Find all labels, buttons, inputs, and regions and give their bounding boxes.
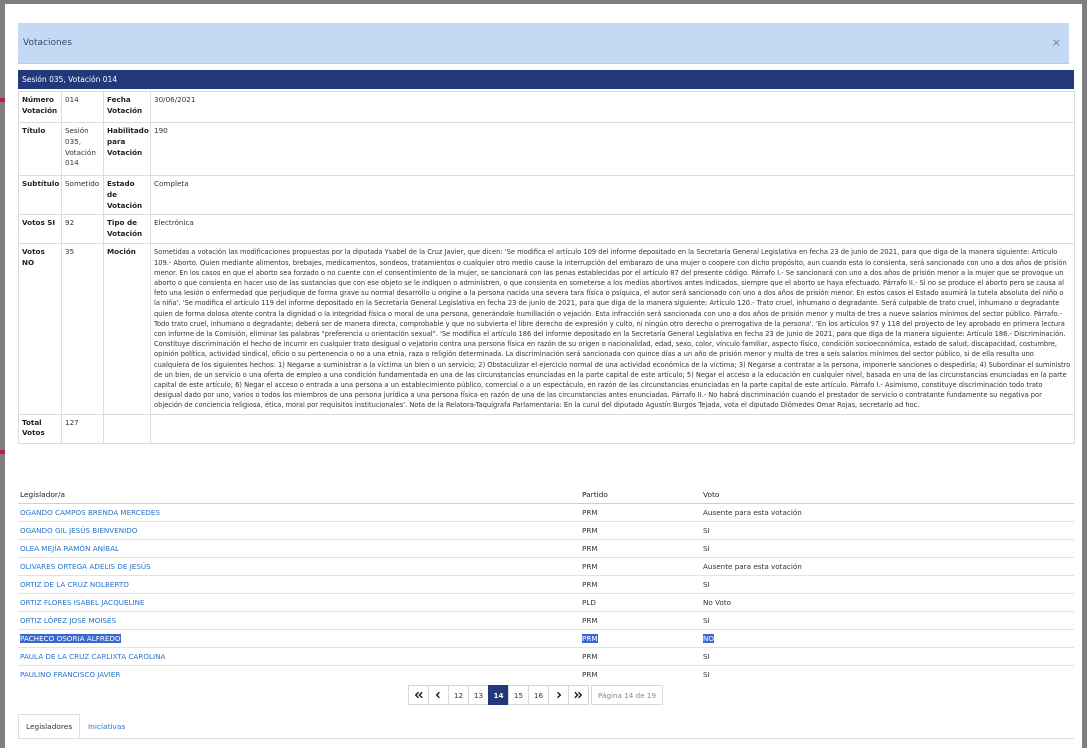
mocion-label: Moción [103, 243, 151, 415]
mocion-value: Sometidas a votación las modificaciones … [150, 243, 1075, 415]
selected-text: PRM [582, 634, 598, 643]
vote-info-table: Número Votación 014 Fecha Votación 30/06… [18, 91, 1075, 444]
legislator-link[interactable]: OGANDO GIL JESÚS BIENVENIDO [20, 526, 137, 535]
page-info: Página 14 de 19 [591, 685, 664, 705]
numero-votacion-label: Número Votación [18, 91, 62, 123]
tab-iniciativas[interactable]: Iniciativas [81, 714, 132, 738]
table-row: PAULA DE LA CRUZ CARLIXTA CAROLINA PRM S… [18, 647, 1074, 666]
habilitado-value: 190 [150, 122, 1075, 176]
chevron-right-icon [557, 691, 562, 699]
voto-cell: SI [701, 611, 1074, 630]
votes-table: Legislador/a Partido Voto OGANDO CAMPOS … [18, 486, 1074, 683]
table-row: ORTIZ DE LA CRUZ NOLBERTO PRM SI [18, 575, 1074, 594]
chevron-left-icon [435, 691, 440, 699]
double-chevron-left-icon [414, 691, 423, 699]
voto-cell: SI [701, 647, 1074, 666]
fecha-votacion-value: 30/06/2021 [150, 91, 1075, 123]
titulo-label: Título [18, 122, 62, 176]
legislator-link[interactable]: ORTIZ FLORES ISABEL JACQUELINE [20, 598, 145, 607]
table-row: PAULINO FRANCISCO JAVIER PRM SI [18, 666, 1074, 684]
voto-cell: SI [701, 575, 1074, 594]
table-row: ORTIZ FLORES ISABEL JACQUELINE PLD No Vo… [18, 593, 1074, 612]
partido-cell: PLD [580, 593, 701, 612]
partido-cell: PRM [580, 647, 701, 666]
double-chevron-right-icon [574, 691, 583, 699]
votos-si-label: Votos SI [18, 214, 62, 245]
legislator-link[interactable]: PAULINO FRANCISCO JAVIER [20, 670, 120, 679]
table-row: OGANDO GIL JESÚS BIENVENIDO PRM SI [18, 521, 1074, 540]
table-row-selected: PACHECO OSORIA ALFREDO PRM NO [18, 629, 1074, 648]
estado-label: Estado de Votación [103, 174, 151, 216]
partido-cell: PRM [580, 629, 701, 648]
legislator-link[interactable]: OGANDO CAMPOS BRENDA MERCEDES [20, 508, 160, 517]
legislator-link[interactable]: ORTIZ LÓPEZ JOSÉ MOISÉS [20, 616, 116, 625]
partido-cell: PRM [580, 557, 701, 576]
session-vote-heading-bar: Sesión 035, Votación 014 [18, 70, 1074, 89]
page-16-button[interactable]: 16 [528, 685, 549, 705]
votaciones-modal: Votaciones × Sesión 035, Votación 014 Nú… [5, 4, 1082, 748]
selected-text: PACHECO OSORIA ALFREDO [20, 634, 121, 643]
last-page-button[interactable] [568, 685, 589, 705]
empty-cell [150, 413, 1075, 444]
voto-column-header[interactable]: Voto [701, 486, 1074, 504]
habilitado-label: Habilitado para Votación [103, 122, 151, 176]
tipo-label: Tipo de Votación [103, 214, 151, 245]
subtitulo-value: Sometido [61, 174, 104, 216]
voto-cell: Ausente para esta votación [701, 557, 1074, 576]
partido-cell: PRM [580, 521, 701, 540]
session-vote-heading: Sesión 035, Votación 014 [22, 75, 118, 84]
partido-cell: PRM [580, 575, 701, 594]
votos-si-value: 92 [61, 214, 104, 245]
voto-cell: SI [703, 670, 710, 679]
close-icon[interactable]: × [1052, 36, 1061, 49]
voto-cell: No Voto [701, 593, 1074, 612]
table-row: OLEA MEJÍA RAMÓN ANÍBAL PRM SI [18, 539, 1074, 558]
fecha-votacion-label: Fecha Votación [103, 91, 151, 123]
tab-legisladores[interactable]: Legisladores [18, 714, 81, 738]
legislator-link[interactable]: PAULA DE LA CRUZ CARLIXTA CAROLINA [20, 652, 165, 661]
table-row: OLIVARES ORTEGA ADELIS DE JESÚS PRM Ause… [18, 557, 1074, 576]
partido-cell: PRM [580, 503, 701, 522]
voto-cell: SI [701, 539, 1074, 558]
total-votos-label: Total Votos [18, 413, 62, 444]
tab-bar: Legisladores Iniciativas [18, 714, 1074, 739]
estado-value: Completa [150, 174, 1075, 216]
legislator-link[interactable]: PACHECO OSORIA ALFREDO [20, 634, 121, 643]
numero-votacion-value: 014 [61, 91, 104, 123]
page-13-button[interactable]: 13 [468, 685, 489, 705]
voto-cell: Ausente para esta votación [701, 503, 1074, 522]
table-row: ORTIZ LÓPEZ JOSÉ MOISÉS PRM SI [18, 611, 1074, 630]
votos-no-label: Votos NO [18, 243, 62, 415]
partido-cell: PRM [580, 611, 701, 630]
modal-title: Votaciones [23, 38, 72, 48]
legislator-link[interactable]: ORTIZ DE LA CRUZ NOLBERTO [20, 580, 129, 589]
total-votos-value: 127 [61, 413, 104, 444]
votos-no-value: 35 [61, 243, 104, 415]
selected-text: NO [703, 634, 715, 643]
subtitulo-label: Subtítulo [18, 174, 62, 216]
voto-cell: SI [701, 521, 1074, 540]
legislator-link[interactable]: OLIVARES ORTEGA ADELIS DE JESÚS [20, 562, 151, 571]
legislador-column-header[interactable]: Legislador/a [18, 486, 580, 504]
page-12-button[interactable]: 12 [448, 685, 469, 705]
empty-cell [103, 413, 151, 444]
voto-cell: NO [701, 629, 1074, 648]
first-page-button[interactable] [408, 685, 429, 705]
page-15-button[interactable]: 15 [508, 685, 529, 705]
tipo-value: Electrónica [150, 214, 1075, 245]
table-row: OGANDO CAMPOS BRENDA MERCEDES PRM Ausent… [18, 503, 1074, 522]
legislator-link[interactable]: OLEA MEJÍA RAMÓN ANÍBAL [20, 544, 119, 553]
modal-header: Votaciones × [18, 23, 1069, 64]
partido-cell: PRM [580, 539, 701, 558]
previous-page-button[interactable] [428, 685, 449, 705]
next-page-button[interactable] [548, 685, 569, 705]
titulo-value: Sesión 035, Votación 014 [61, 122, 104, 176]
partido-cell: PRM [582, 670, 598, 679]
partido-column-header[interactable]: Partido [580, 486, 701, 504]
pagination: 12 13 14 15 16 Página 14 de 19 [408, 685, 664, 705]
page-14-button-current[interactable]: 14 [488, 685, 509, 705]
